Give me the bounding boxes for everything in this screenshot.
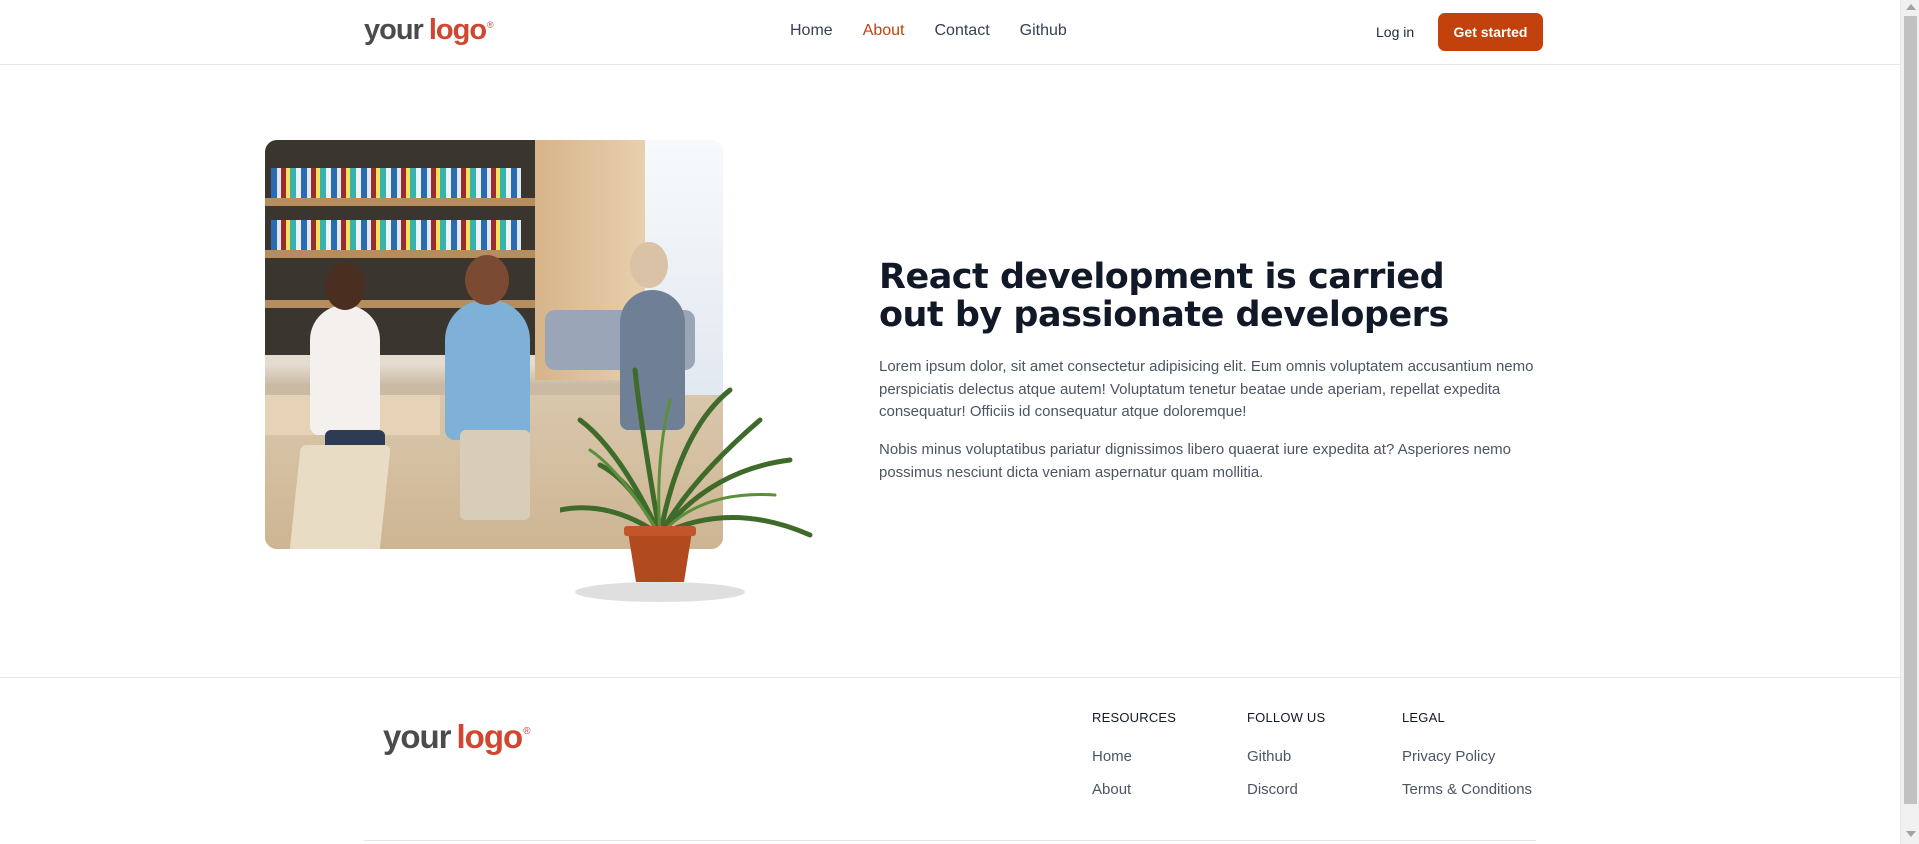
person-woman-left <box>310 305 380 435</box>
footer-discord-link[interactable]: Discord <box>1247 781 1325 798</box>
footer-resources-column: RESOURCES Home About <box>1092 710 1176 798</box>
person-man-center <box>445 300 530 440</box>
site-header: your logo ® Home About Contact Github Lo… <box>0 0 1900 65</box>
page-heading: React development is carried out by pass… <box>879 257 1449 335</box>
footer-home-link[interactable]: Home <box>1092 748 1176 765</box>
resources-heading: RESOURCES <box>1092 710 1177 725</box>
footer-logo[interactable]: your logo ® <box>383 718 531 756</box>
potted-plant-illustration <box>560 367 813 602</box>
follow-us-heading: FOLLOW US <box>1247 710 1326 725</box>
get-started-button[interactable]: Get started <box>1438 13 1543 51</box>
logo-word-your: your <box>364 14 424 46</box>
login-link[interactable]: Log in <box>1376 24 1414 40</box>
legal-heading: LEGAL <box>1402 710 1445 725</box>
scrollbar-thumb[interactable] <box>1904 16 1917 804</box>
footer-divider <box>364 840 1536 841</box>
vertical-scrollbar[interactable] <box>1900 0 1919 844</box>
terms-conditions-link[interactable]: Terms & Conditions <box>1402 781 1532 798</box>
footer-legal-column: LEGAL Privacy Policy Terms & Conditions <box>1402 710 1532 798</box>
registered-mark: ® <box>487 20 494 30</box>
logo-word-logo: logo <box>428 14 487 46</box>
nav-github-link[interactable]: Github <box>1020 22 1067 40</box>
scroll-up-arrow-icon[interactable] <box>1906 4 1916 10</box>
logo-word-your: your <box>383 718 452 755</box>
nav-contact-link[interactable]: Contact <box>935 22 990 40</box>
logo-word-logo: logo <box>456 718 524 755</box>
main-nav: Home About Contact Github <box>790 22 1067 40</box>
nav-about-link[interactable]: About <box>863 22 905 40</box>
privacy-policy-link[interactable]: Privacy Policy <box>1402 748 1532 765</box>
registered-mark: ® <box>523 726 531 737</box>
header-logo[interactable]: your logo ® <box>364 14 494 47</box>
scroll-down-arrow-icon[interactable] <box>1906 831 1916 837</box>
footer-follow-column: FOLLOW US Github Discord <box>1247 710 1325 798</box>
site-footer: your logo ® RESOURCES Home About FOLLOW … <box>0 677 1900 844</box>
nav-home-link[interactable]: Home <box>790 22 833 40</box>
footer-about-link[interactable]: About <box>1092 781 1176 798</box>
footer-github-link[interactable]: Github <box>1247 748 1325 765</box>
intro-paragraph: Lorem ipsum dolor, sit amet consectetur … <box>879 358 1534 420</box>
secondary-paragraph: Nobis minus voluptatibus pariatur dignis… <box>879 441 1512 481</box>
